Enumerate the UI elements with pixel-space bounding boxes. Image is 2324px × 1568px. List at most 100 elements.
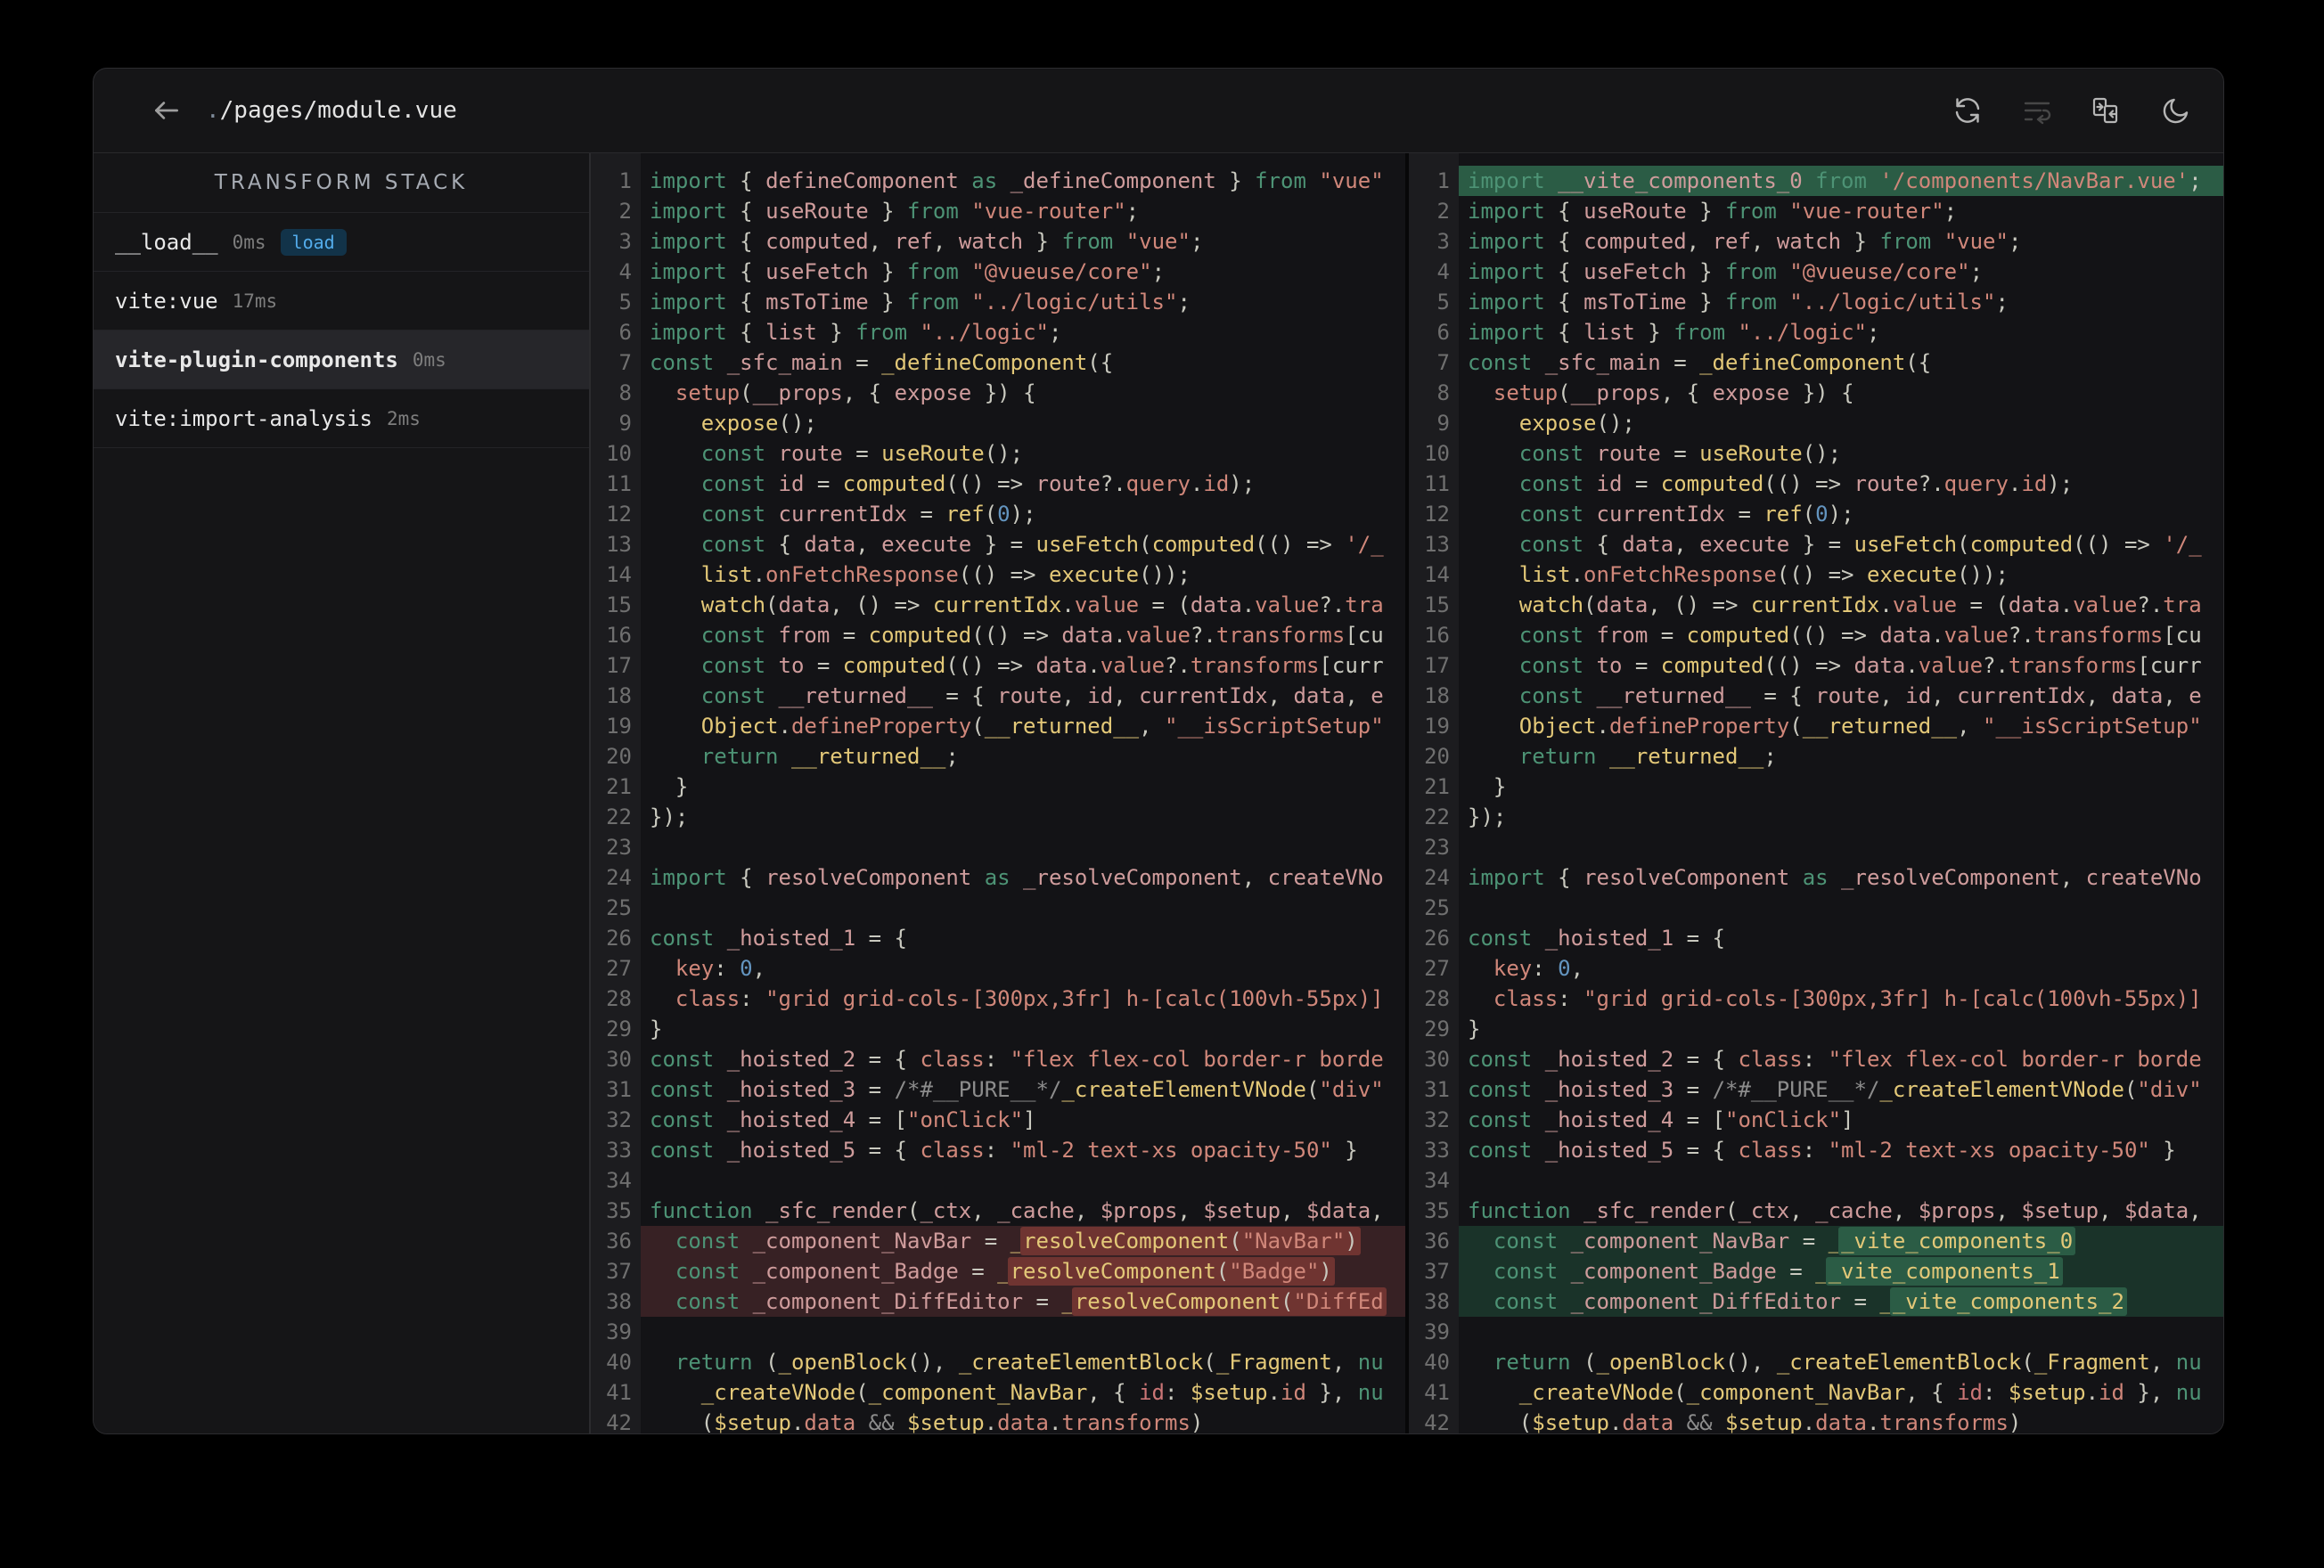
dark-mode-button[interactable] <box>2159 94 2193 127</box>
line-content: const _hoisted_1 = { <box>650 926 907 951</box>
line-number: 11 <box>606 471 632 496</box>
line-content <box>641 832 1405 862</box>
line-number: 18 <box>1424 683 1450 708</box>
line-content: import { computed, ref, watch } from "vu… <box>650 229 1204 254</box>
line-number: 20 <box>606 744 632 769</box>
stack-item-load[interactable]: __load__ 0ms load <box>94 213 589 272</box>
line-number: 17 <box>606 653 632 678</box>
line-wrap-button[interactable] <box>2020 94 2054 127</box>
code-line: 11 const id = computed(() => route?.quer… <box>591 469 1405 499</box>
line-number: 12 <box>606 502 632 527</box>
code-line: 15 watch(data, () => currentIdx.value = … <box>1409 590 2223 620</box>
line-number: 40 <box>606 1350 632 1375</box>
code-line: 23 <box>1409 832 2223 862</box>
code-line: 9 expose(); <box>591 408 1405 438</box>
line-number: 15 <box>1424 592 1450 617</box>
line-content: _createVNode(_component_NavBar, { id: $s… <box>1518 1380 2202 1405</box>
diff-line-added: 36 const _component_NavBar = __vite_comp… <box>1409 1226 2223 1256</box>
line-number: 1 <box>1436 168 1450 193</box>
code-line: 41 _createVNode(_component_NavBar, { id:… <box>1409 1377 2223 1408</box>
code-line: 42 ($setup.data && $setup.data.transform… <box>591 1408 1405 1433</box>
line-number: 40 <box>1424 1350 1450 1375</box>
line-number: 15 <box>606 592 632 617</box>
code-line: 4 import { useFetch } from "@vueuse/core"… <box>1409 257 2223 287</box>
split-view-button[interactable] <box>2090 94 2124 127</box>
line-content: const _hoisted_3 = /*#__PURE__*/_createE… <box>650 1077 1384 1102</box>
line-content: ($setup.data && $setup.data.transforms) <box>1468 1410 2022 1433</box>
diff-panes: 1 import { defineComponent as _defineComp… <box>591 153 2223 1433</box>
line-number: 4 <box>1436 259 1450 284</box>
code-line: 29} <box>591 1014 1405 1044</box>
line-content: watch(data, () => currentIdx.value = (da… <box>700 592 1384 617</box>
code-line: 29} <box>1409 1014 2223 1044</box>
line-number: 36 <box>606 1229 632 1254</box>
line-number: 1 <box>618 168 632 193</box>
code-pane-before[interactable]: 1 import { defineComponent as _defineComp… <box>591 153 1405 1433</box>
line-number: 32 <box>606 1107 632 1132</box>
code-line: 16 const from = computed(() => data.valu… <box>591 620 1405 650</box>
back-button[interactable] <box>147 91 186 130</box>
line-number: 3 <box>1436 229 1450 254</box>
line-number: 13 <box>606 532 632 557</box>
line-content: return __returned__; <box>700 744 959 769</box>
refresh-button[interactable] <box>1951 94 1984 127</box>
line-number: 34 <box>606 1168 632 1193</box>
diff-line-added: 37 const _component_Badge = __vite_compo… <box>1409 1256 2223 1286</box>
header-actions <box>1951 94 2193 127</box>
diff-line-added: 1 import __vite_components_0 from '/compo… <box>1409 166 2223 196</box>
line-content: list.onFetchResponse(() => execute()); <box>1518 562 2009 587</box>
code-line: 12 const currentIdx = ref(0); <box>591 499 1405 529</box>
line-content: function _sfc_render(_ctx, _cache, $prop… <box>650 1198 1384 1223</box>
line-number: 6 <box>618 320 632 345</box>
line-content <box>1459 832 2223 862</box>
line-number: 26 <box>1424 926 1450 951</box>
line-number: 7 <box>618 350 632 375</box>
line-number: 13 <box>1424 532 1450 557</box>
line-content: const to = computed(() => data.value?.tr… <box>1518 653 2202 678</box>
line-content: const _hoisted_1 = { <box>1468 926 1725 951</box>
code-line: 8 setup(__props, { expose }) { <box>591 378 1405 408</box>
code-line: 27 key: 0, <box>1409 953 2223 984</box>
line-content: import { resolveComponent as _resolveCom… <box>1468 865 2202 890</box>
code-pane-after[interactable]: 1 import __vite_components_0 from '/compo… <box>1409 153 2223 1433</box>
stack-item-vite-import-analysis[interactable]: vite:import-analysis 2ms <box>94 389 589 448</box>
line-number: 34 <box>1424 1168 1450 1193</box>
line-number: 41 <box>606 1380 632 1405</box>
line-content: const _component_DiffEditor = __vite_com… <box>1459 1286 2223 1317</box>
line-content: return __returned__; <box>1518 744 1777 769</box>
line-number: 24 <box>606 865 632 890</box>
stack-item-vite-plugin-components[interactable]: vite-plugin-components 0ms <box>94 331 589 389</box>
code-line: 19 Object.defineProperty(__returned__, "… <box>591 711 1405 741</box>
line-number: 7 <box>1436 350 1450 375</box>
line-number: 30 <box>1424 1047 1450 1072</box>
line-content: const from = computed(() => data.value?.… <box>700 623 1384 648</box>
code-line: 18 const __returned__ = { route, id, cur… <box>1409 681 2223 711</box>
line-number: 4 <box>618 259 632 284</box>
code-line: 13 const { data, execute } = useFetch(co… <box>1409 529 2223 559</box>
line-number: 24 <box>1424 865 1450 890</box>
stack-item-vite-vue[interactable]: vite:vue 17ms <box>94 272 589 331</box>
line-number: 35 <box>1424 1198 1450 1223</box>
line-content: } <box>650 774 689 799</box>
plugin-time: 2ms <box>386 407 421 429</box>
code-line: 34 <box>1409 1165 2223 1196</box>
line-content <box>1459 893 2223 923</box>
code-line: 8 setup(__props, { expose }) { <box>1409 378 2223 408</box>
line-number: 25 <box>1424 895 1450 920</box>
code-line: 7 const _sfc_main = _defineComponent({ <box>591 347 1405 378</box>
code-line: 26 const _hoisted_1 = { <box>591 923 1405 953</box>
refresh-icon <box>1955 98 1980 123</box>
load-badge: load <box>280 228 347 256</box>
line-content: import { msToTime } from "../logic/utils… <box>650 290 1191 314</box>
line-number: 26 <box>606 926 632 951</box>
line-content: return (_openBlock(), _createElementBloc… <box>675 1350 1384 1375</box>
line-content: _createVNode(_component_NavBar, { id: $s… <box>700 1380 1384 1405</box>
line-number: 33 <box>1424 1138 1450 1163</box>
line-number: 39 <box>606 1319 632 1344</box>
line-content: import { defineComponent as _defineCompo… <box>650 168 1384 193</box>
code-line: 14 list.onFetchResponse(() => execute())… <box>1409 559 2223 590</box>
line-content: ($setup.data && $setup.data.transforms) <box>650 1410 1204 1433</box>
page-title-prefix: . <box>206 97 220 124</box>
line-content: const to = computed(() => data.value?.tr… <box>700 653 1384 678</box>
line-content: const from = computed(() => data.value?.… <box>1518 623 2202 648</box>
